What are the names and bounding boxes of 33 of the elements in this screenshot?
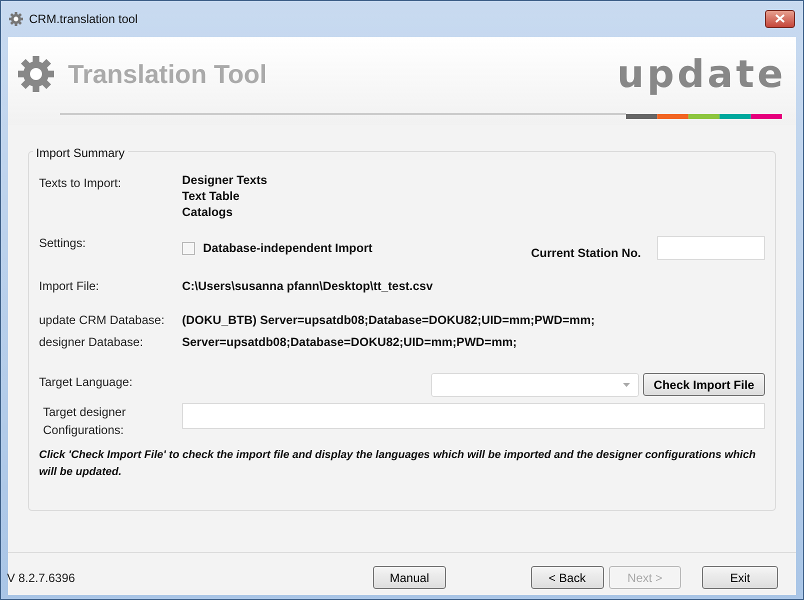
check-import-file-button[interactable]: Check Import File: [643, 373, 765, 396]
field-label: Texts to Import:: [39, 175, 122, 192]
hint-text: Click 'Check Import File' to check the import file and display the languages which will be imported and the designer configurations which will be updated.: [39, 448, 757, 480]
dialog-button[interactable]: < Back: [530, 566, 604, 589]
checkbox-label: Database-independent Import: [203, 240, 372, 257]
language-dropdown[interactable]: [431, 373, 639, 397]
connection-string: (DOKU_BTB) Server=upsatdb08;Database=DOKU82;UID=mm;PWD=mm;: [182, 312, 596, 329]
field-label: Target Language:: [39, 374, 134, 391]
field-label: Settings:: [39, 235, 87, 252]
station-field[interactable]: [657, 236, 765, 260]
field-label: Target designer Configurations:: [42, 404, 127, 439]
version-label: V 8.2.7.6396: [7, 570, 76, 586]
app-title: Translation Tool: [68, 58, 267, 90]
gear-icon: [9, 12, 23, 26]
dialog-button[interactable]: Manual: [373, 566, 446, 589]
checkbox[interactable]: [182, 242, 195, 254]
field-label: Current Station No.: [531, 245, 641, 262]
dialog-button[interactable]: Exit: [702, 566, 778, 589]
close-icon: [775, 14, 785, 24]
connection-string: Server=upsatdb08;Database=DOKU82;UID=mm;PWD=mm;: [182, 334, 518, 351]
logo: update: [616, 50, 786, 98]
import-item: Catalogs: [182, 206, 234, 218]
field-label: designer Database:: [39, 334, 144, 351]
gear-icon: [18, 56, 54, 92]
import-item: Designer Texts: [182, 174, 268, 186]
window-title: CRM.translation tool: [29, 11, 138, 28]
configurations-field[interactable]: [182, 403, 765, 429]
close-button[interactable]: [765, 10, 795, 28]
dropdown-arrow-icon: [623, 383, 630, 387]
file-path: C:\Users\susanna pfann\Desktop\tt_test.csv: [182, 278, 434, 295]
field-label: update CRM Database:: [39, 312, 166, 329]
field-label: Import File:: [39, 278, 100, 295]
import-item: Text Table: [182, 190, 241, 202]
